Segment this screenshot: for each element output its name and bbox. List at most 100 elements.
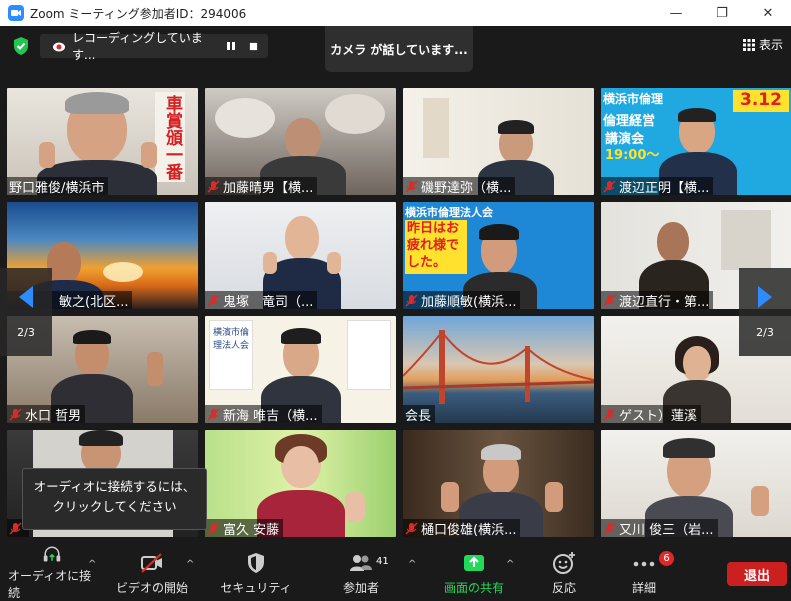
muted-mic-icon xyxy=(405,179,418,193)
more-dots-icon xyxy=(633,561,655,566)
security-button[interactable]: セキュリティ xyxy=(218,545,294,601)
recording-label: レコーディングしています... xyxy=(72,31,203,62)
join-audio-label: オーディオに接続 xyxy=(8,569,92,600)
join-audio-button[interactable]: オーディオに接続 xyxy=(8,545,96,601)
zoom-logo-icon xyxy=(8,5,24,21)
muted-mic-icon xyxy=(207,407,220,421)
muted-mic-icon xyxy=(207,293,220,307)
muted-mic-icon xyxy=(603,407,616,421)
video-tile-15[interactable]: 樋口俊雄(横浜... xyxy=(403,430,594,537)
participant-name: 新海 唯吉（横... xyxy=(205,405,322,423)
poster-line-1: 昨日はお xyxy=(407,221,460,236)
stop-recording-icon[interactable] xyxy=(242,34,264,58)
active-speaker-indicator: カメラ が話しています... xyxy=(325,26,473,72)
reactions-label: 反応 xyxy=(551,580,576,595)
participant-name: 渡辺正明【横... xyxy=(601,177,714,195)
poster-line-2: 疲れ様で xyxy=(407,238,460,253)
meeting-toolbar: オーディオに接続 ^ ビデオの開始 ^ セキュリティ 参加者 41 ^ 画面の共… xyxy=(0,545,791,601)
poster-line-3: 19:00～ xyxy=(605,148,660,163)
audio-options-caret[interactable]: ^ xyxy=(88,559,96,570)
view-label: 表示 xyxy=(758,38,783,52)
minimize-button[interactable]: — xyxy=(653,0,699,26)
participant-name: 野口雅俊/横浜市 xyxy=(7,177,109,195)
video-tile-14[interactable]: 富久 安藤 xyxy=(205,430,396,537)
muted-mic-icon xyxy=(207,179,220,193)
reactions-button[interactable]: 反応 xyxy=(536,545,592,601)
wall-banner: 車賞頒一番 xyxy=(155,92,185,182)
video-tile-7[interactable]: 横浜市倫理法人会 昨日はお 疲れ様で した。 加藤順敏(横浜... xyxy=(403,202,594,309)
start-video-label: ビデオの開始 xyxy=(115,580,188,595)
maximize-button[interactable]: ❐ xyxy=(699,0,745,26)
share-options-caret[interactable]: ^ xyxy=(506,559,514,570)
participant-name: 磯野達弥（横... xyxy=(403,177,516,195)
muted-mic-icon xyxy=(9,407,22,421)
page-indicator-right: 2/3 xyxy=(756,325,774,339)
view-button[interactable]: 表示 xyxy=(742,36,783,53)
video-tile-16[interactable]: 又川 俊三（岩... xyxy=(601,430,791,537)
poster-date: 3.12 xyxy=(733,90,789,112)
poster-line-1: 倫理経営 xyxy=(603,114,656,129)
arrow-left-icon xyxy=(19,285,33,308)
muted-mic-icon xyxy=(405,293,418,307)
video-tile-2[interactable]: 加藤晴男【横... xyxy=(205,88,396,195)
grid-view-icon xyxy=(742,38,755,51)
video-tile-6[interactable]: 鬼塚 竜司（... xyxy=(205,202,396,309)
participants-icon xyxy=(350,554,372,571)
participant-name: 水口 哲男 xyxy=(7,405,86,423)
participant-name: 加藤順敏(横浜... xyxy=(403,291,521,309)
security-label: セキュリティ xyxy=(220,580,292,595)
muted-mic-icon xyxy=(207,521,220,535)
start-video-button[interactable]: ビデオの開始 xyxy=(112,545,192,601)
participant-name: 会長 xyxy=(403,405,436,423)
poster-header: 横浜市倫理 xyxy=(603,92,664,106)
window-title: Zoom ミーティング参加者ID：294006 xyxy=(30,6,247,21)
smiley-icon xyxy=(553,551,575,574)
more-notification-badge: 6 xyxy=(659,551,674,566)
wall-poster: 横濱市倫理法人会 xyxy=(209,320,253,390)
previous-page-button[interactable]: 2/3 xyxy=(0,268,52,356)
shield-icon xyxy=(248,552,264,573)
share-screen-label: 画面の共有 xyxy=(443,580,504,595)
pause-recording-icon[interactable] xyxy=(220,34,242,58)
video-options-caret[interactable]: ^ xyxy=(186,559,194,570)
participant-name: 鬼塚 竜司（... xyxy=(205,291,318,309)
participant-name: 又川 俊三（岩... xyxy=(601,519,718,537)
poster-header: 横浜市倫理法人会 xyxy=(405,206,493,219)
video-tile-11[interactable]: 会長 xyxy=(403,316,594,423)
participant-name: 樋口俊雄(横浜... xyxy=(403,519,521,537)
share-screen-icon xyxy=(464,554,484,571)
share-screen-button[interactable]: 画面の共有 xyxy=(436,545,512,601)
muted-mic-icon xyxy=(603,179,616,193)
participant-name: 加藤晴男【横... xyxy=(205,177,318,195)
video-off-icon xyxy=(141,552,162,573)
video-tile-4[interactable]: 横浜市倫理 3.12 倫理経営 講演会 19:00～ 渡辺正明【横... xyxy=(601,88,791,195)
participant-name: 渡辺直行・第... xyxy=(601,291,714,309)
muted-mic-icon xyxy=(405,521,418,535)
window-titlebar: Zoom ミーティング参加者ID：294006 — ❐ ✕ xyxy=(0,0,791,26)
next-page-button[interactable]: 2/3 xyxy=(739,268,791,356)
muted-mic-icon xyxy=(603,521,616,535)
meeting-topbar: レコーディングしています... カメラ が話しています... 表示 xyxy=(0,26,791,74)
leave-meeting-button[interactable]: 退出 xyxy=(727,562,787,586)
participant-name: ゲスト）蓮溪 xyxy=(601,405,702,423)
encryption-shield-icon[interactable] xyxy=(12,36,30,56)
video-tile-3[interactable]: 磯野達弥（横... xyxy=(403,88,594,195)
muted-mic-icon xyxy=(9,521,22,535)
participants-count: 41 xyxy=(376,556,389,567)
poster-line-3: した。 xyxy=(407,255,447,270)
page-indicator-left: 2/3 xyxy=(17,325,35,339)
participant-name: 富久 安藤 xyxy=(205,519,284,537)
participants-button[interactable]: 参加者 xyxy=(326,545,396,601)
arrow-right-icon xyxy=(758,285,772,308)
muted-mic-icon xyxy=(603,293,616,307)
video-tile-1[interactable]: 車賞頒一番 野口雅俊/横浜市 xyxy=(7,88,198,195)
audio-tooltip[interactable]: オーディオに接続するには、クリックしてください xyxy=(22,468,207,530)
participants-label: 参加者 xyxy=(342,580,379,595)
close-button[interactable]: ✕ xyxy=(745,0,791,26)
more-label: 詳細 xyxy=(631,580,656,595)
recording-indicator: レコーディングしています... xyxy=(40,31,268,62)
video-tile-10[interactable]: 横濱市倫理法人会 新海 唯吉（横... xyxy=(205,316,396,423)
participants-options-caret[interactable]: ^ xyxy=(408,559,416,570)
headphones-icon xyxy=(43,546,61,562)
recording-cloud-icon xyxy=(52,39,66,53)
